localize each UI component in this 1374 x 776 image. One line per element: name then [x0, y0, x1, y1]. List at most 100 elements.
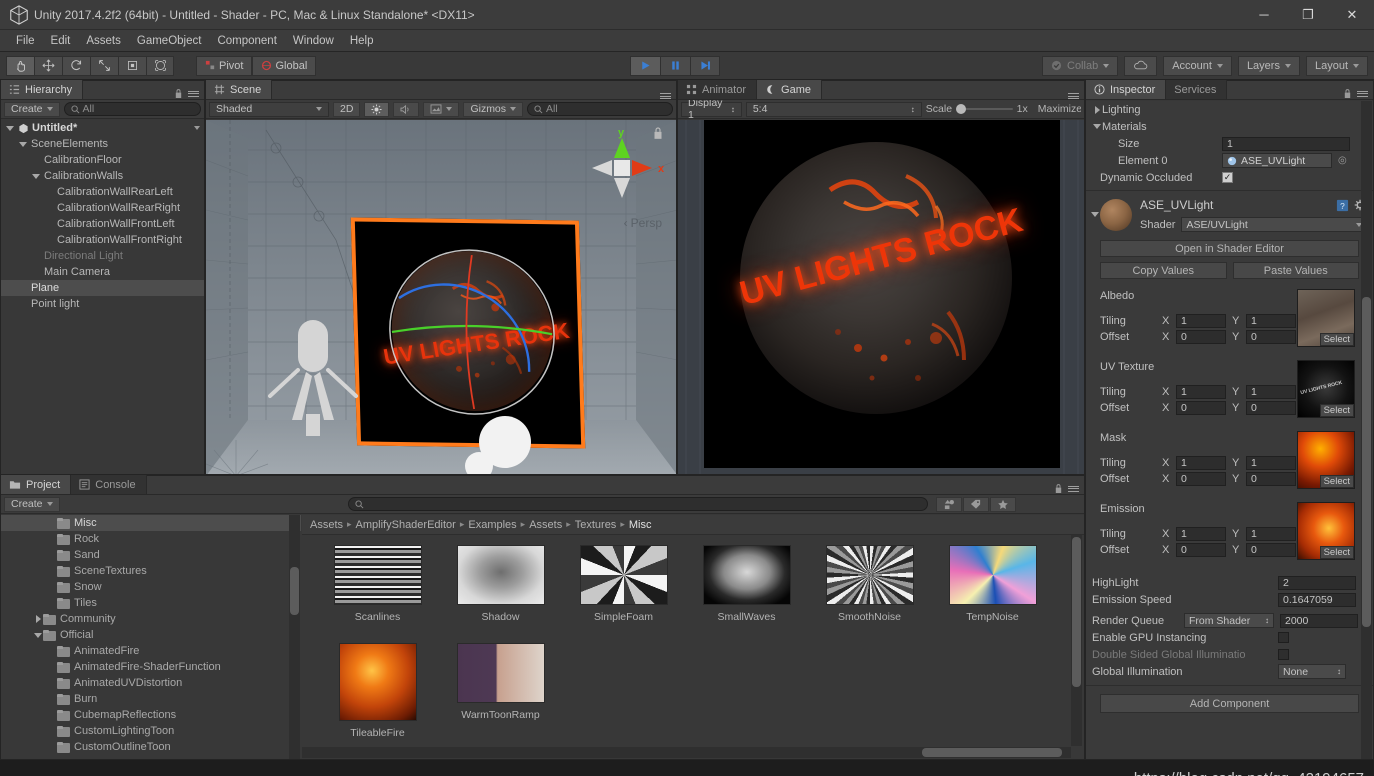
menu-edit[interactable]: Edit — [43, 33, 79, 49]
tab-animator[interactable]: Animator — [678, 80, 758, 99]
minimize-button[interactable]: ─ — [1242, 0, 1286, 30]
add-component-button[interactable]: Add Component — [1100, 694, 1359, 713]
asset-item[interactable]: WarmToonRamp — [439, 643, 562, 741]
tab-inspector[interactable]: Inspector — [1086, 80, 1167, 99]
filter-by-label-button[interactable] — [962, 496, 989, 512]
chevron-down-icon[interactable] — [33, 633, 43, 638]
inspector-scrollbar[interactable] — [1361, 101, 1372, 759]
render-queue-dropdown[interactable]: From Shader ↕ — [1184, 613, 1274, 628]
global-illumination-dropdown[interactable]: None ↕ — [1278, 664, 1346, 679]
copy-values-button[interactable]: Copy Values — [1100, 262, 1227, 279]
breadcrumb-item[interactable]: Misc — [629, 519, 652, 531]
tiling-x-input[interactable]: 1 — [1176, 314, 1226, 328]
project-tree-item[interactable]: Misc — [1, 515, 301, 531]
hierarchy-search-input[interactable]: All — [63, 102, 201, 116]
tab-project[interactable]: Project — [1, 475, 72, 494]
close-button[interactable]: ✕ — [1330, 0, 1374, 30]
asset-grid-hscrollbar[interactable] — [302, 747, 1071, 758]
move-tool-button[interactable] — [34, 55, 62, 76]
asset-list[interactable]: Scanlines Shadow SimpleFoam SmallWaves Smoot… — [302, 535, 1084, 759]
hierarchy-item[interactable]: CalibrationWallRearRight — [1, 200, 204, 216]
project-tree-item[interactable]: CustomLightingToon — [1, 723, 301, 739]
cloud-button[interactable] — [1124, 55, 1158, 76]
maximize-button[interactable]: ❐ — [1286, 0, 1330, 30]
chevron-down-icon[interactable] — [31, 174, 41, 179]
chevron-right-icon[interactable] — [33, 615, 43, 623]
game-maximize-toggle[interactable]: Maximize — [1038, 103, 1081, 115]
project-tree-item[interactable]: CubemapReflections — [1, 707, 301, 723]
breadcrumb-item[interactable]: Assets — [310, 519, 343, 531]
offset-x-input[interactable]: 0 — [1176, 472, 1226, 486]
tiling-x-input[interactable]: 1 — [1176, 385, 1226, 399]
tab-scene[interactable]: Scene — [206, 80, 273, 99]
tiling-x-input[interactable]: 1 — [1176, 456, 1226, 470]
project-tree-scrollbar[interactable] — [289, 515, 300, 759]
scene-audio-toggle[interactable] — [393, 101, 420, 117]
chevron-down-icon[interactable] — [194, 126, 200, 130]
inspector-lighting-foldout[interactable]: Lighting — [1086, 101, 1373, 118]
asset-item[interactable]: SmoothNoise — [808, 545, 931, 643]
chevron-down-icon[interactable] — [18, 142, 28, 147]
project-tree-item[interactable]: CustomOutlineToon — [1, 739, 301, 755]
tab-game[interactable]: Game — [757, 80, 822, 99]
filter-by-type-button[interactable] — [935, 496, 962, 512]
project-tree-item[interactable]: SceneTextures — [1, 563, 301, 579]
scene-menu-icon[interactable] — [660, 93, 671, 99]
tiling-y-input[interactable]: 1 — [1246, 527, 1296, 541]
texture-slot[interactable]: Select — [1297, 502, 1355, 560]
project-tree-item[interactable]: Burn — [1, 691, 301, 707]
asset-grid-scrollbar[interactable] — [1071, 535, 1082, 746]
scene-projection-label[interactable]: ‹ Persp — [624, 216, 662, 230]
help-icon[interactable]: ? — [1336, 199, 1349, 212]
hierarchy-list[interactable]: Untitled* SceneElements CalibrationFloor Ca… — [1, 120, 204, 474]
scene-lighting-toggle[interactable] — [364, 101, 390, 117]
project-tree-item[interactable]: Tiles — [1, 595, 301, 611]
tiling-y-input[interactable]: 1 — [1246, 314, 1296, 328]
hand-tool-button[interactable] — [6, 55, 34, 76]
lock-icon[interactable] — [652, 126, 664, 140]
project-tree-item[interactable]: AnimatedUVDistortion — [1, 675, 301, 691]
offset-y-input[interactable]: 0 — [1246, 472, 1296, 486]
rotate-tool-button[interactable] — [62, 55, 90, 76]
tab-console[interactable]: Console — [71, 475, 147, 494]
offset-x-input[interactable]: 0 — [1176, 401, 1226, 415]
hierarchy-item[interactable]: Directional Light — [1, 248, 204, 264]
menu-gameobject[interactable]: GameObject — [129, 33, 210, 49]
texture-slot[interactable]: Select UV LIGHTS ROCK — [1297, 360, 1355, 418]
project-tree-item[interactable]: AnimatedFire — [1, 643, 301, 659]
game-viewport[interactable]: UV LIGHTS ROCK — [678, 120, 1084, 474]
project-tree-item[interactable]: Official — [1, 627, 301, 643]
breadcrumb-item[interactable]: AmplifyShaderEditor — [356, 519, 456, 531]
texture-select-button[interactable]: Select — [1319, 546, 1354, 559]
transform-tool-button[interactable] — [146, 55, 174, 76]
hierarchy-menu-icon[interactable] — [188, 90, 199, 97]
tiling-y-input[interactable]: 1 — [1246, 456, 1296, 470]
texture-select-button[interactable]: Select — [1319, 475, 1354, 488]
scale-tool-button[interactable] — [90, 55, 118, 76]
game-menu-icon[interactable] — [1068, 93, 1079, 99]
filter-favorites-button[interactable] — [989, 496, 1016, 512]
inspector-materials-foldout[interactable]: Materials — [1086, 118, 1373, 135]
hierarchy-item[interactable]: CalibrationWallFrontRight — [1, 232, 204, 248]
hierarchy-item[interactable]: Plane — [1, 280, 204, 296]
offset-y-input[interactable]: 0 — [1246, 401, 1296, 415]
hierarchy-create-button[interactable]: Create — [4, 101, 60, 117]
collab-button[interactable]: Collab — [1042, 55, 1119, 76]
inspector-menu-icon[interactable] — [1357, 90, 1368, 97]
scene-viewport[interactable]: UV LIGHTS ROCK y x ‹ Persp — [206, 120, 676, 474]
offset-y-input[interactable]: 0 — [1246, 330, 1296, 344]
texture-select-button[interactable]: Select — [1319, 404, 1354, 417]
texture-slot[interactable]: Select — [1297, 431, 1355, 489]
open-shader-editor-button[interactable]: Open in Shader Editor — [1100, 240, 1359, 257]
scene-2d-toggle[interactable]: 2D — [333, 101, 361, 117]
scene-search-input[interactable]: All — [527, 102, 673, 116]
project-create-button[interactable]: Create — [4, 496, 60, 512]
menu-file[interactable]: File — [8, 33, 43, 49]
size-input[interactable]: 1 — [1222, 136, 1350, 151]
game-aspect-dropdown[interactable]: 5:4 ↕ — [745, 101, 922, 117]
asset-item[interactable]: Scanlines — [316, 545, 439, 643]
lock-icon[interactable] — [174, 88, 183, 99]
offset-y-input[interactable]: 0 — [1246, 543, 1296, 557]
hierarchy-item[interactable]: Untitled* — [1, 120, 204, 136]
breadcrumb-item[interactable]: Examples — [468, 519, 516, 531]
